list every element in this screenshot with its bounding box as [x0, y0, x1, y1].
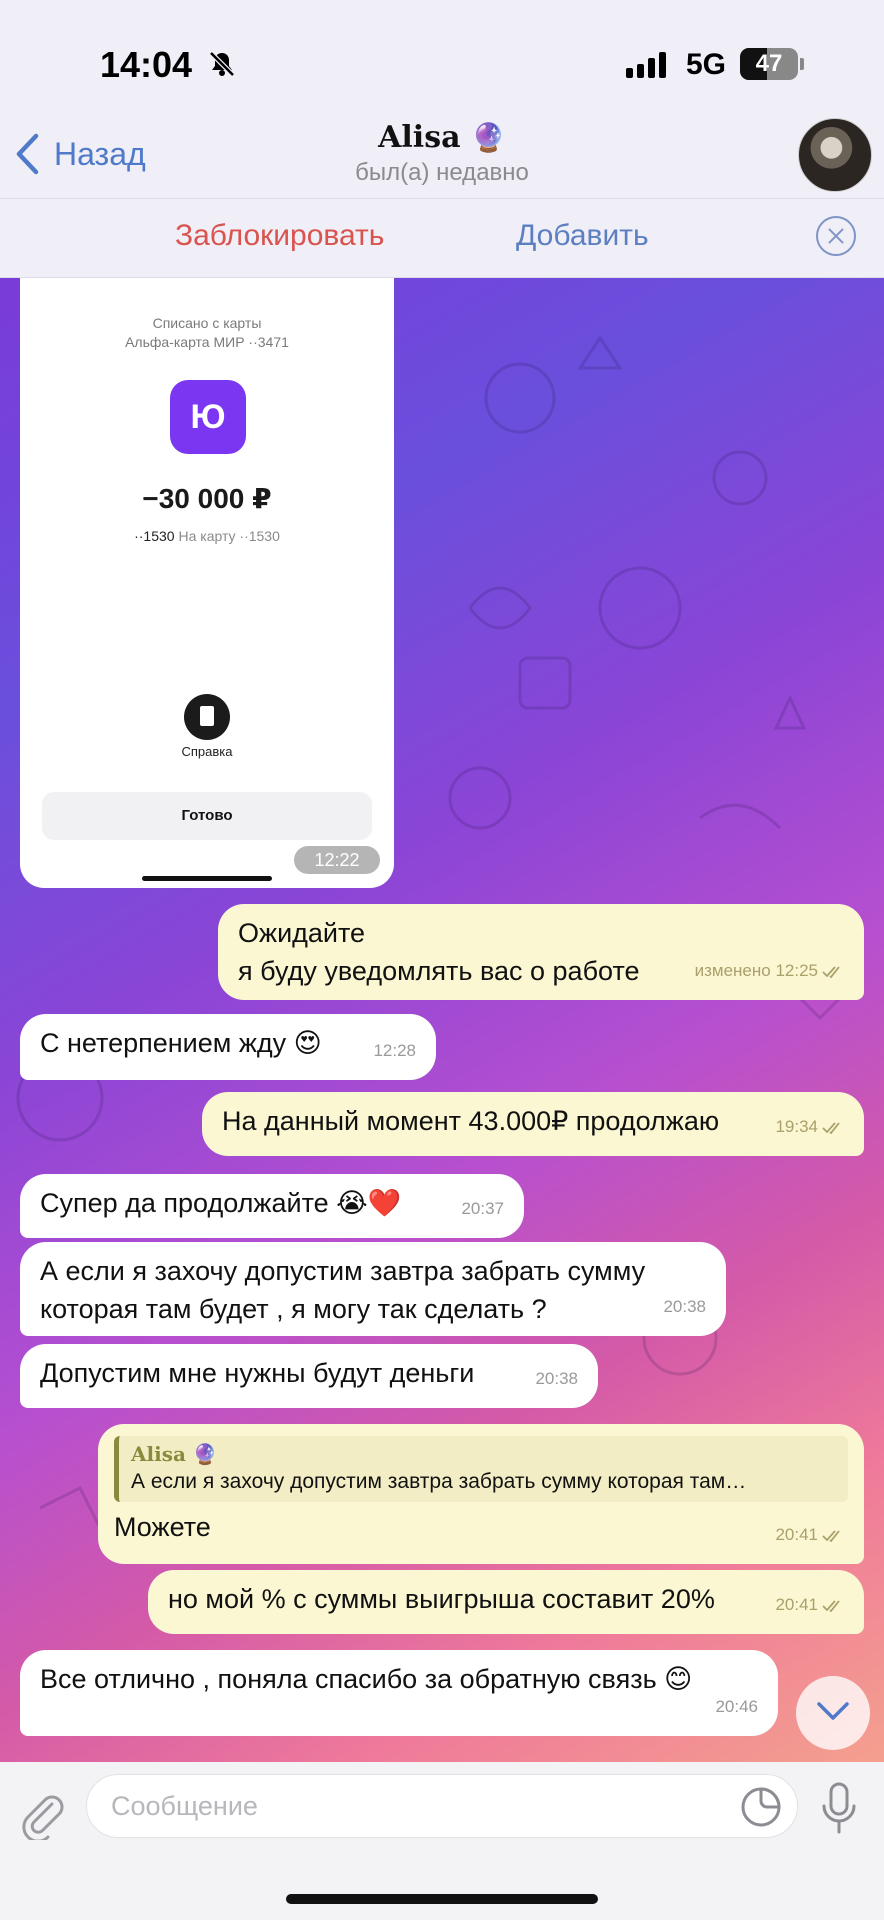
message-outgoing[interactable]: но мой % с суммы выигрыша составит 20% 2…	[148, 1570, 864, 1634]
network-type: 5G	[686, 48, 727, 81]
card-line: ··1530 На карту ··1530	[20, 528, 394, 544]
message-meta: изменено 12:25	[695, 952, 844, 990]
message-incoming[interactable]: Все отлично , поняла спасибо за обратную…	[20, 1650, 778, 1736]
message-meta: 19:34	[775, 1108, 844, 1146]
message-text: Ожидайте	[238, 918, 366, 948]
microphone-icon[interactable]	[818, 1780, 860, 1836]
message-text: С нетерпением жду 😍	[40, 1028, 322, 1058]
message-text: Супер да продолжайте 😭❤️	[40, 1188, 402, 1218]
paperclip-icon[interactable]	[18, 1790, 68, 1840]
message-incoming[interactable]: А если я захочу допустим завтра забрать …	[20, 1242, 726, 1336]
reply-text: А если я захочу допустим завтра забрать …	[131, 1470, 747, 1493]
status-bar: 14:04 5G 47	[0, 0, 884, 120]
message-incoming[interactable]: Допустим мне нужны будут деньги 20:38	[20, 1344, 598, 1408]
signal-icon	[626, 52, 666, 78]
bell-slash-icon	[209, 51, 235, 77]
contact-status: был(а) недавно	[355, 159, 529, 186]
charged-from: Списано с карты	[152, 315, 262, 331]
message-incoming[interactable]: Супер да продолжайте 😭❤️ 20:37	[20, 1174, 524, 1238]
reply-quote[interactable]: Alisa 🔮 А если я захочу допустим завтра …	[114, 1436, 848, 1502]
message-meta: 20:41	[775, 1586, 844, 1624]
status-time: 14:04	[100, 44, 193, 85]
contact-name-row: Alisa 🔮	[0, 120, 884, 155]
image-message[interactable]: Списано с карты Альфа-карта МИР ··3471 Ю…	[20, 278, 394, 888]
chat-header: Назад Alisa 🔮 был(а) недавно	[0, 118, 884, 198]
chat-area[interactable]: Списано с карты Альфа-карта МИР ··3471 Ю…	[0, 278, 884, 1762]
message-time: 19:34	[775, 1117, 818, 1136]
battery-percent: 47	[755, 50, 783, 77]
message-time: 20:41	[775, 1525, 818, 1544]
add-contact-button[interactable]: Добавить	[516, 219, 649, 253]
screenshot-home-bar	[142, 876, 272, 881]
crystal-ball-emoji: 🔮	[470, 121, 506, 154]
message-text: Можете	[114, 1512, 211, 1542]
double-check-icon	[822, 1599, 840, 1612]
message-text: но мой % с суммы выигрыша составит 20%	[168, 1584, 715, 1614]
sticker-icon[interactable]	[740, 1786, 782, 1828]
message-text: Все отлично , поняла спасибо за обратную…	[40, 1664, 693, 1694]
message-text: которая там будет , я могу так сделать ?	[40, 1294, 547, 1324]
document-icon	[184, 694, 230, 740]
message-input-bar	[0, 1762, 884, 1920]
message-time: 20:38	[663, 1297, 706, 1316]
message-time: 20:41	[775, 1595, 818, 1614]
chevron-down-icon	[817, 1702, 849, 1720]
message-outgoing[interactable]: На данный момент 43.000₽ продолжаю 19:34	[202, 1092, 864, 1156]
message-meta: 20:41	[775, 1516, 844, 1554]
to-card: На карту ··1530	[178, 528, 280, 544]
message-outgoing[interactable]: Ожидайте я буду уведомлять вас о работе …	[218, 904, 864, 1000]
double-check-icon	[822, 1121, 840, 1134]
charged-text: Списано с карты Альфа-карта МИР ··3471	[20, 314, 394, 352]
image-time: 12:22	[294, 846, 380, 874]
contact-info[interactable]: Alisa 🔮 был(а) недавно	[0, 120, 884, 187]
message-incoming[interactable]: С нетерпением жду 😍 12:28	[20, 1014, 436, 1080]
from-card: ··1530	[134, 528, 175, 544]
contact-name: Alisa	[378, 120, 461, 155]
message-time: изменено 12:25	[694, 961, 818, 980]
message-text: А если я захочу допустим завтра забрать …	[40, 1256, 646, 1286]
message-time: 20:38	[535, 1369, 578, 1388]
message-input[interactable]	[86, 1774, 798, 1838]
close-icon[interactable]	[816, 216, 856, 256]
done-button: Готово	[42, 792, 372, 840]
card-name: Альфа-карта МИР ··3471	[125, 334, 289, 350]
message-text: Допустим мне нужны будут деньги	[40, 1358, 475, 1388]
reply-author: Alisa 🔮	[131, 1442, 218, 1466]
message-time: 12:28	[373, 1041, 416, 1060]
reference-label: Справка	[181, 744, 233, 759]
scroll-down-button[interactable]	[796, 1676, 870, 1750]
yoomoney-logo: Ю	[170, 380, 246, 454]
message-outgoing-reply[interactable]: Alisa 🔮 А если я захочу допустим завтра …	[98, 1424, 864, 1564]
avatar[interactable]	[798, 118, 872, 192]
action-bar: Заблокировать Добавить	[0, 198, 884, 278]
message-time: 20:46	[715, 1697, 758, 1716]
message-time: 20:37	[461, 1199, 504, 1218]
battery-tip	[800, 58, 804, 70]
double-check-icon	[822, 1529, 840, 1542]
home-indicator	[286, 1894, 598, 1904]
double-check-icon	[822, 965, 840, 978]
battery-icon: 47	[740, 48, 798, 80]
amount: −30 000 ₽	[142, 483, 272, 514]
message-text: На данный момент 43.000₽ продолжаю	[222, 1106, 720, 1136]
block-button[interactable]: Заблокировать	[175, 219, 384, 253]
